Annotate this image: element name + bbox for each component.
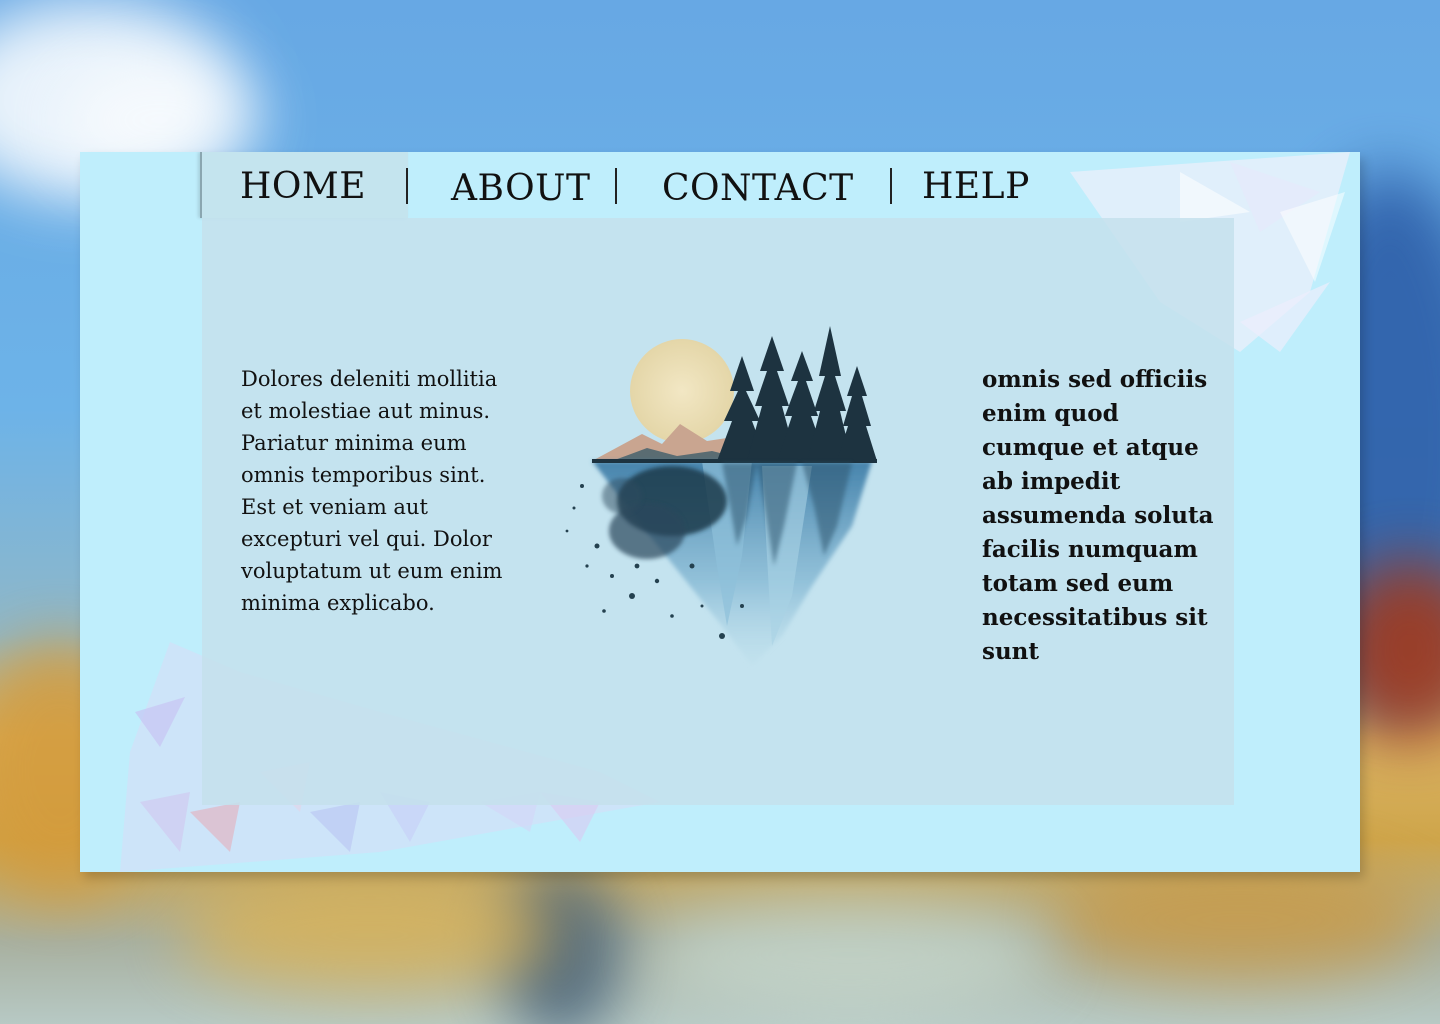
nav-item-about[interactable]: ABOUT <box>451 168 591 209</box>
main-card: HOME ABOUT CONTACT HELP Dolores deleniti… <box>80 152 1360 872</box>
right-paragraph: omnis sed officiis enim quod cumque et a… <box>982 366 1214 665</box>
content-panel: Dolores deleniti mollitia et molestiae a… <box>202 218 1234 805</box>
nav-item-home[interactable]: HOME <box>240 166 366 207</box>
left-paragraph: Dolores deleniti mollitia et molestiae a… <box>241 367 503 615</box>
nav-separator <box>615 168 617 204</box>
nav-item-help[interactable]: HELP <box>922 166 1030 207</box>
nav-item-contact[interactable]: CONTACT <box>662 168 854 209</box>
watercolor-forest-moon-illustration <box>565 326 877 666</box>
main-navigation: HOME ABOUT CONTACT HELP <box>200 152 1190 218</box>
nav-separator <box>890 168 892 204</box>
nav-separator <box>406 168 408 204</box>
